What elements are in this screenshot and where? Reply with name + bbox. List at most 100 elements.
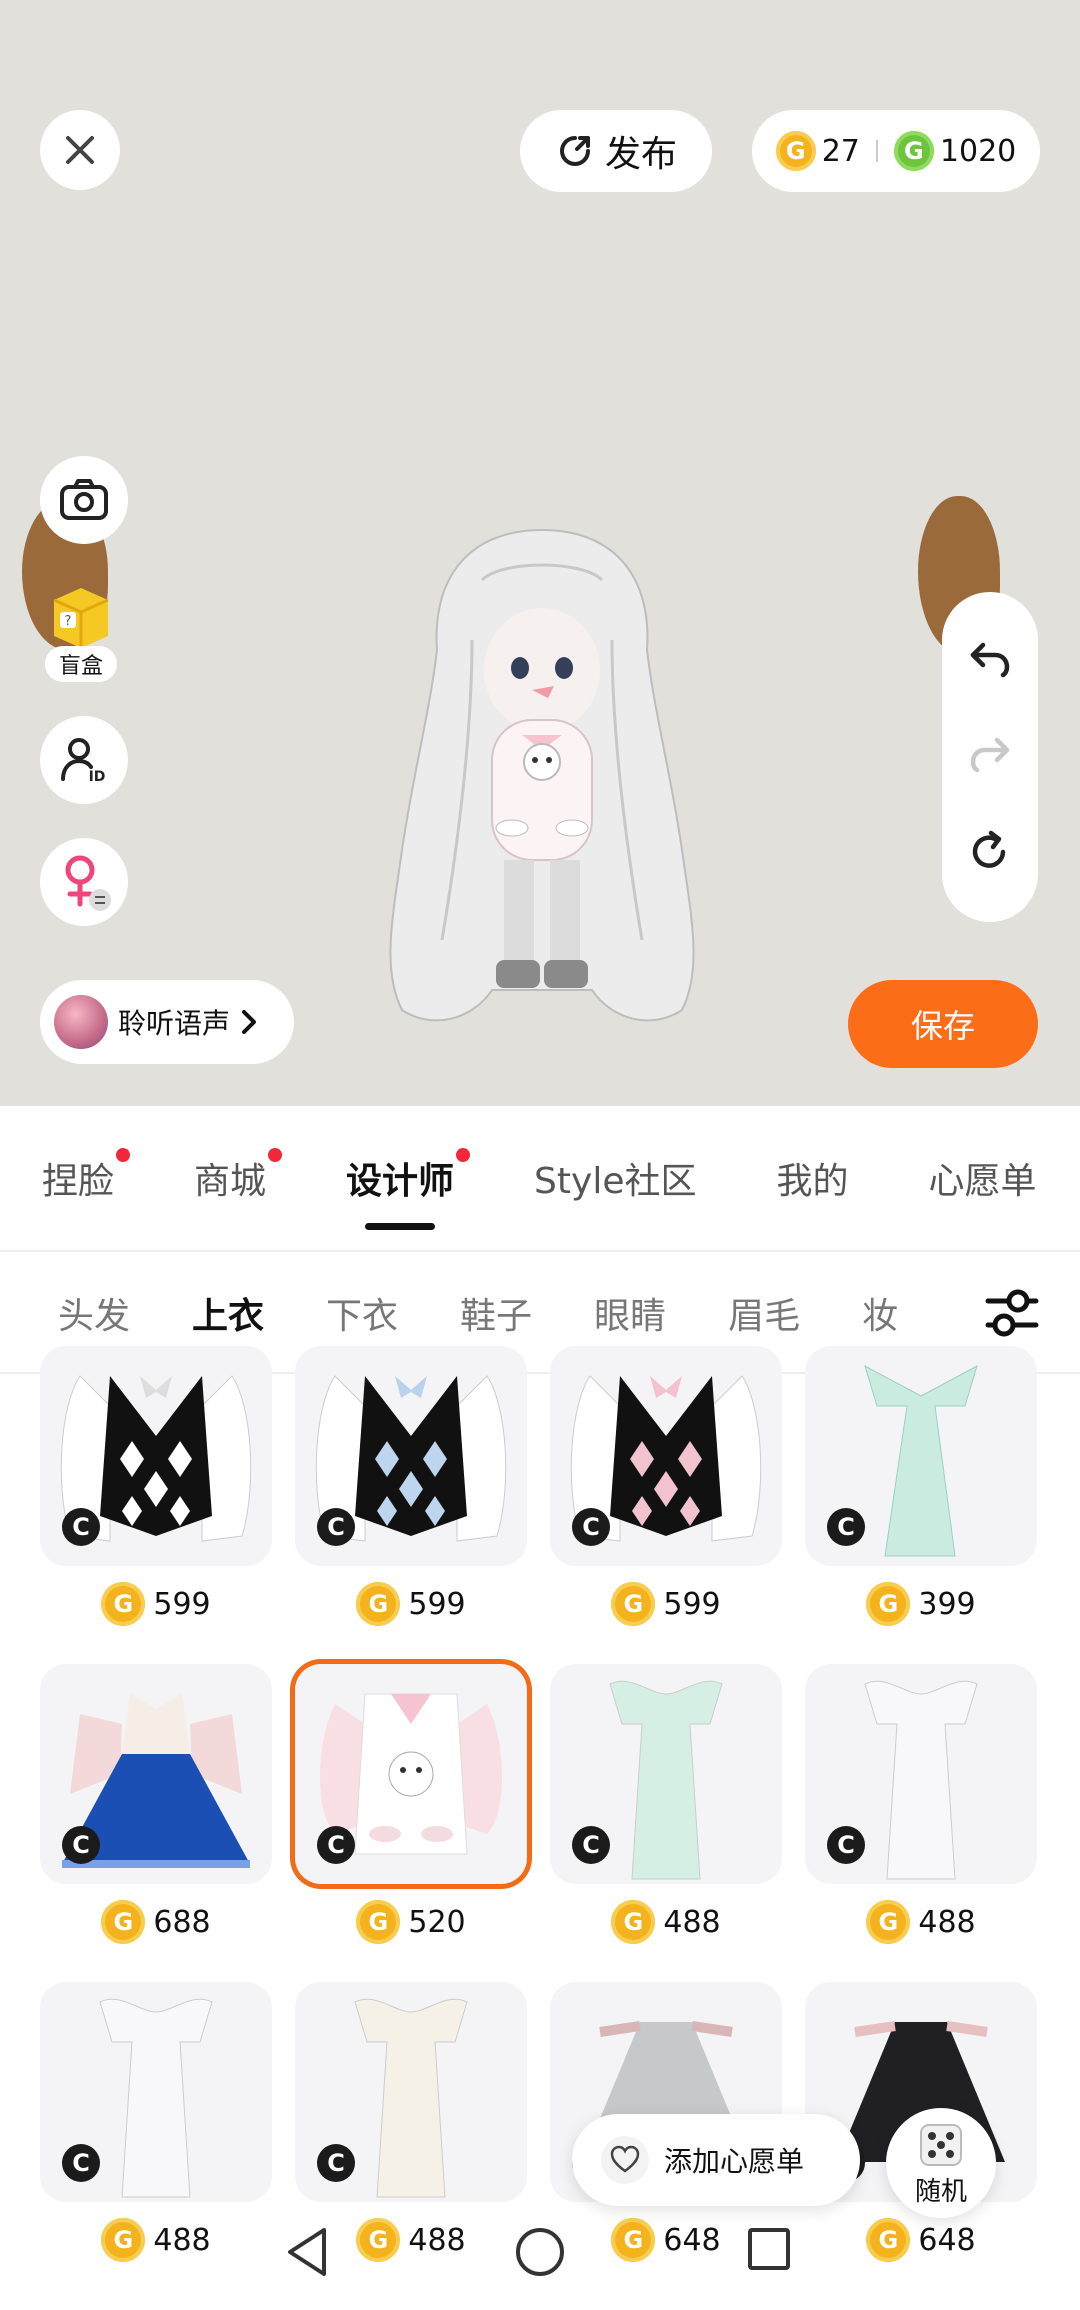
price-value: 599 [153,1586,211,1622]
creator-badge-icon: C [572,1508,610,1546]
price-value: 599 [663,1586,721,1622]
tab-label: 我的 [776,1161,849,1202]
notification-dot [268,1148,283,1162]
green-coin-count: 1020 [939,133,1017,169]
redo-icon[interactable] [967,734,1013,774]
blind-box-icon: ? [53,588,109,648]
item-price: G 488 [550,1900,782,1944]
clothing-item-thumbnail[interactable]: C [295,1664,527,1884]
undo-icon[interactable] [967,639,1013,679]
tab-label: 商城 [194,1161,267,1202]
close-icon [66,136,94,164]
gold-coin-icon: G [611,1900,656,1944]
green-coin-icon: G [893,131,934,171]
publish-label: 发布 [604,134,677,175]
clothing-item-thumbnail[interactable]: C [40,1346,272,1566]
clothing-item-thumbnail[interactable]: C [550,1664,782,1884]
filter-settings-icon[interactable] [984,1286,1040,1340]
gold-coin-icon: G [866,1900,911,1944]
tab-label: 捏脸 [42,1161,115,1202]
add-wishlist-button[interactable]: 添加心愿单 [572,2114,860,2206]
currency-balance[interactable]: G 27 G 1020 [752,110,1040,192]
creator-badge-icon: C [62,1826,100,1864]
save-button[interactable]: 保存 [848,980,1038,1068]
tab-1[interactable]: 商城 [194,1148,283,1204]
tab-0[interactable]: 捏脸 [42,1148,131,1204]
gold-coin-icon: G [775,131,816,171]
price-value: 399 [918,1586,976,1622]
random-button[interactable]: 随机 [886,2108,996,2218]
creator-badge-icon: C [62,2144,100,2182]
subtab-6[interactable]: 妆 [862,1287,898,1339]
price-value: 488 [918,1904,976,1940]
item-price: G 520 [295,1900,527,1944]
camera-button[interactable] [40,456,128,544]
item-price: G 599 [40,1582,272,1626]
subtab-1[interactable]: 上衣 [192,1287,264,1339]
camera-icon [60,479,108,520]
gold-coin-icon: G [356,1900,401,1944]
clothing-item-thumbnail[interactable]: C [295,1982,527,2202]
clothing-item-thumbnail[interactable]: C [805,1664,1037,1884]
add-wishlist-label: 添加心愿单 [664,2145,805,2178]
tab-2[interactable]: 设计师 [346,1148,471,1230]
user-id-icon: ID [61,738,106,785]
clothing-item-thumbnail[interactable]: C [295,1346,527,1566]
listen-voice-label: 聆听语声 [118,1007,231,1040]
gold-coin-icon: G [866,1582,911,1626]
edit-history-toolbar [942,592,1038,922]
price-value: 488 [663,1904,721,1940]
publish-button[interactable]: 发布 [520,110,712,192]
publish-icon [559,136,590,166]
random-label: 随机 [914,2176,967,2207]
creator-badge-icon: C [827,1826,865,1864]
clothing-item-thumbnail[interactable]: C [40,1664,272,1884]
reset-icon[interactable] [967,829,1013,875]
gender-switch-button[interactable] [40,838,128,926]
chevron-right-icon [242,1010,257,1034]
home-icon[interactable] [514,2226,566,2278]
gold-coin-icon: G [356,1582,401,1626]
divider [875,140,878,162]
creator-badge-icon: C [572,1826,610,1864]
creator-badge-icon: C [317,1826,355,1864]
recents-icon[interactable] [746,2226,792,2272]
notification-dot [116,1148,131,1162]
avatar-preview-stage[interactable]: 发布 G 27 G 1020 ? 盲盒 ID 聆听语声 保存 [0,0,1080,1106]
subtab-2[interactable]: 下衣 [326,1287,398,1339]
gold-coin-icon: G [101,1582,146,1626]
subtab-5[interactable]: 眉毛 [728,1287,800,1339]
tab-label: 设计师 [346,1161,455,1202]
price-value: 599 [408,1586,466,1622]
item-price: G 688 [40,1900,272,1944]
gold-coin-count: 27 [821,133,860,169]
subtab-3[interactable]: 鞋子 [460,1287,532,1339]
female-gender-icon [65,855,111,911]
subtab-0[interactable]: 头发 [58,1287,130,1339]
tab-3[interactable]: Style社区 [534,1152,696,1204]
tab-5[interactable]: 心愿单 [929,1152,1037,1204]
tab-4[interactable]: 我的 [776,1152,848,1204]
tab-label: Style社区 [534,1161,697,1202]
creator-badge-icon: C [62,1508,100,1546]
listen-voice-button[interactable]: 聆听语声 [40,980,294,1064]
item-price: G 399 [805,1582,1037,1626]
blind-box-label: 盲盒 [45,646,118,682]
category-tabs: 捏脸 商城 设计师 Style社区 我的 心愿单 [0,1106,1080,1252]
item-price: G 599 [295,1582,527,1626]
creator-badge-icon: C [827,1508,865,1546]
close-button[interactable] [40,110,120,190]
svg-text:ID: ID [89,769,106,785]
gold-coin-icon: G [101,1900,146,1944]
clothing-item-thumbnail[interactable]: C [40,1982,272,2202]
clothing-item-thumbnail[interactable]: C [805,1346,1037,1566]
back-icon[interactable] [284,2226,330,2278]
svg-text:?: ? [65,614,72,629]
clothing-item-thumbnail[interactable]: C [550,1346,782,1566]
subtab-4[interactable]: 眼睛 [594,1287,666,1339]
gold-coin-icon: G [611,1582,656,1626]
tab-label: 心愿单 [928,1161,1037,1202]
avatar-id-button[interactable]: ID [40,716,128,804]
item-price: G 488 [805,1900,1037,1944]
system-navigation-bar [0,2220,1080,2310]
